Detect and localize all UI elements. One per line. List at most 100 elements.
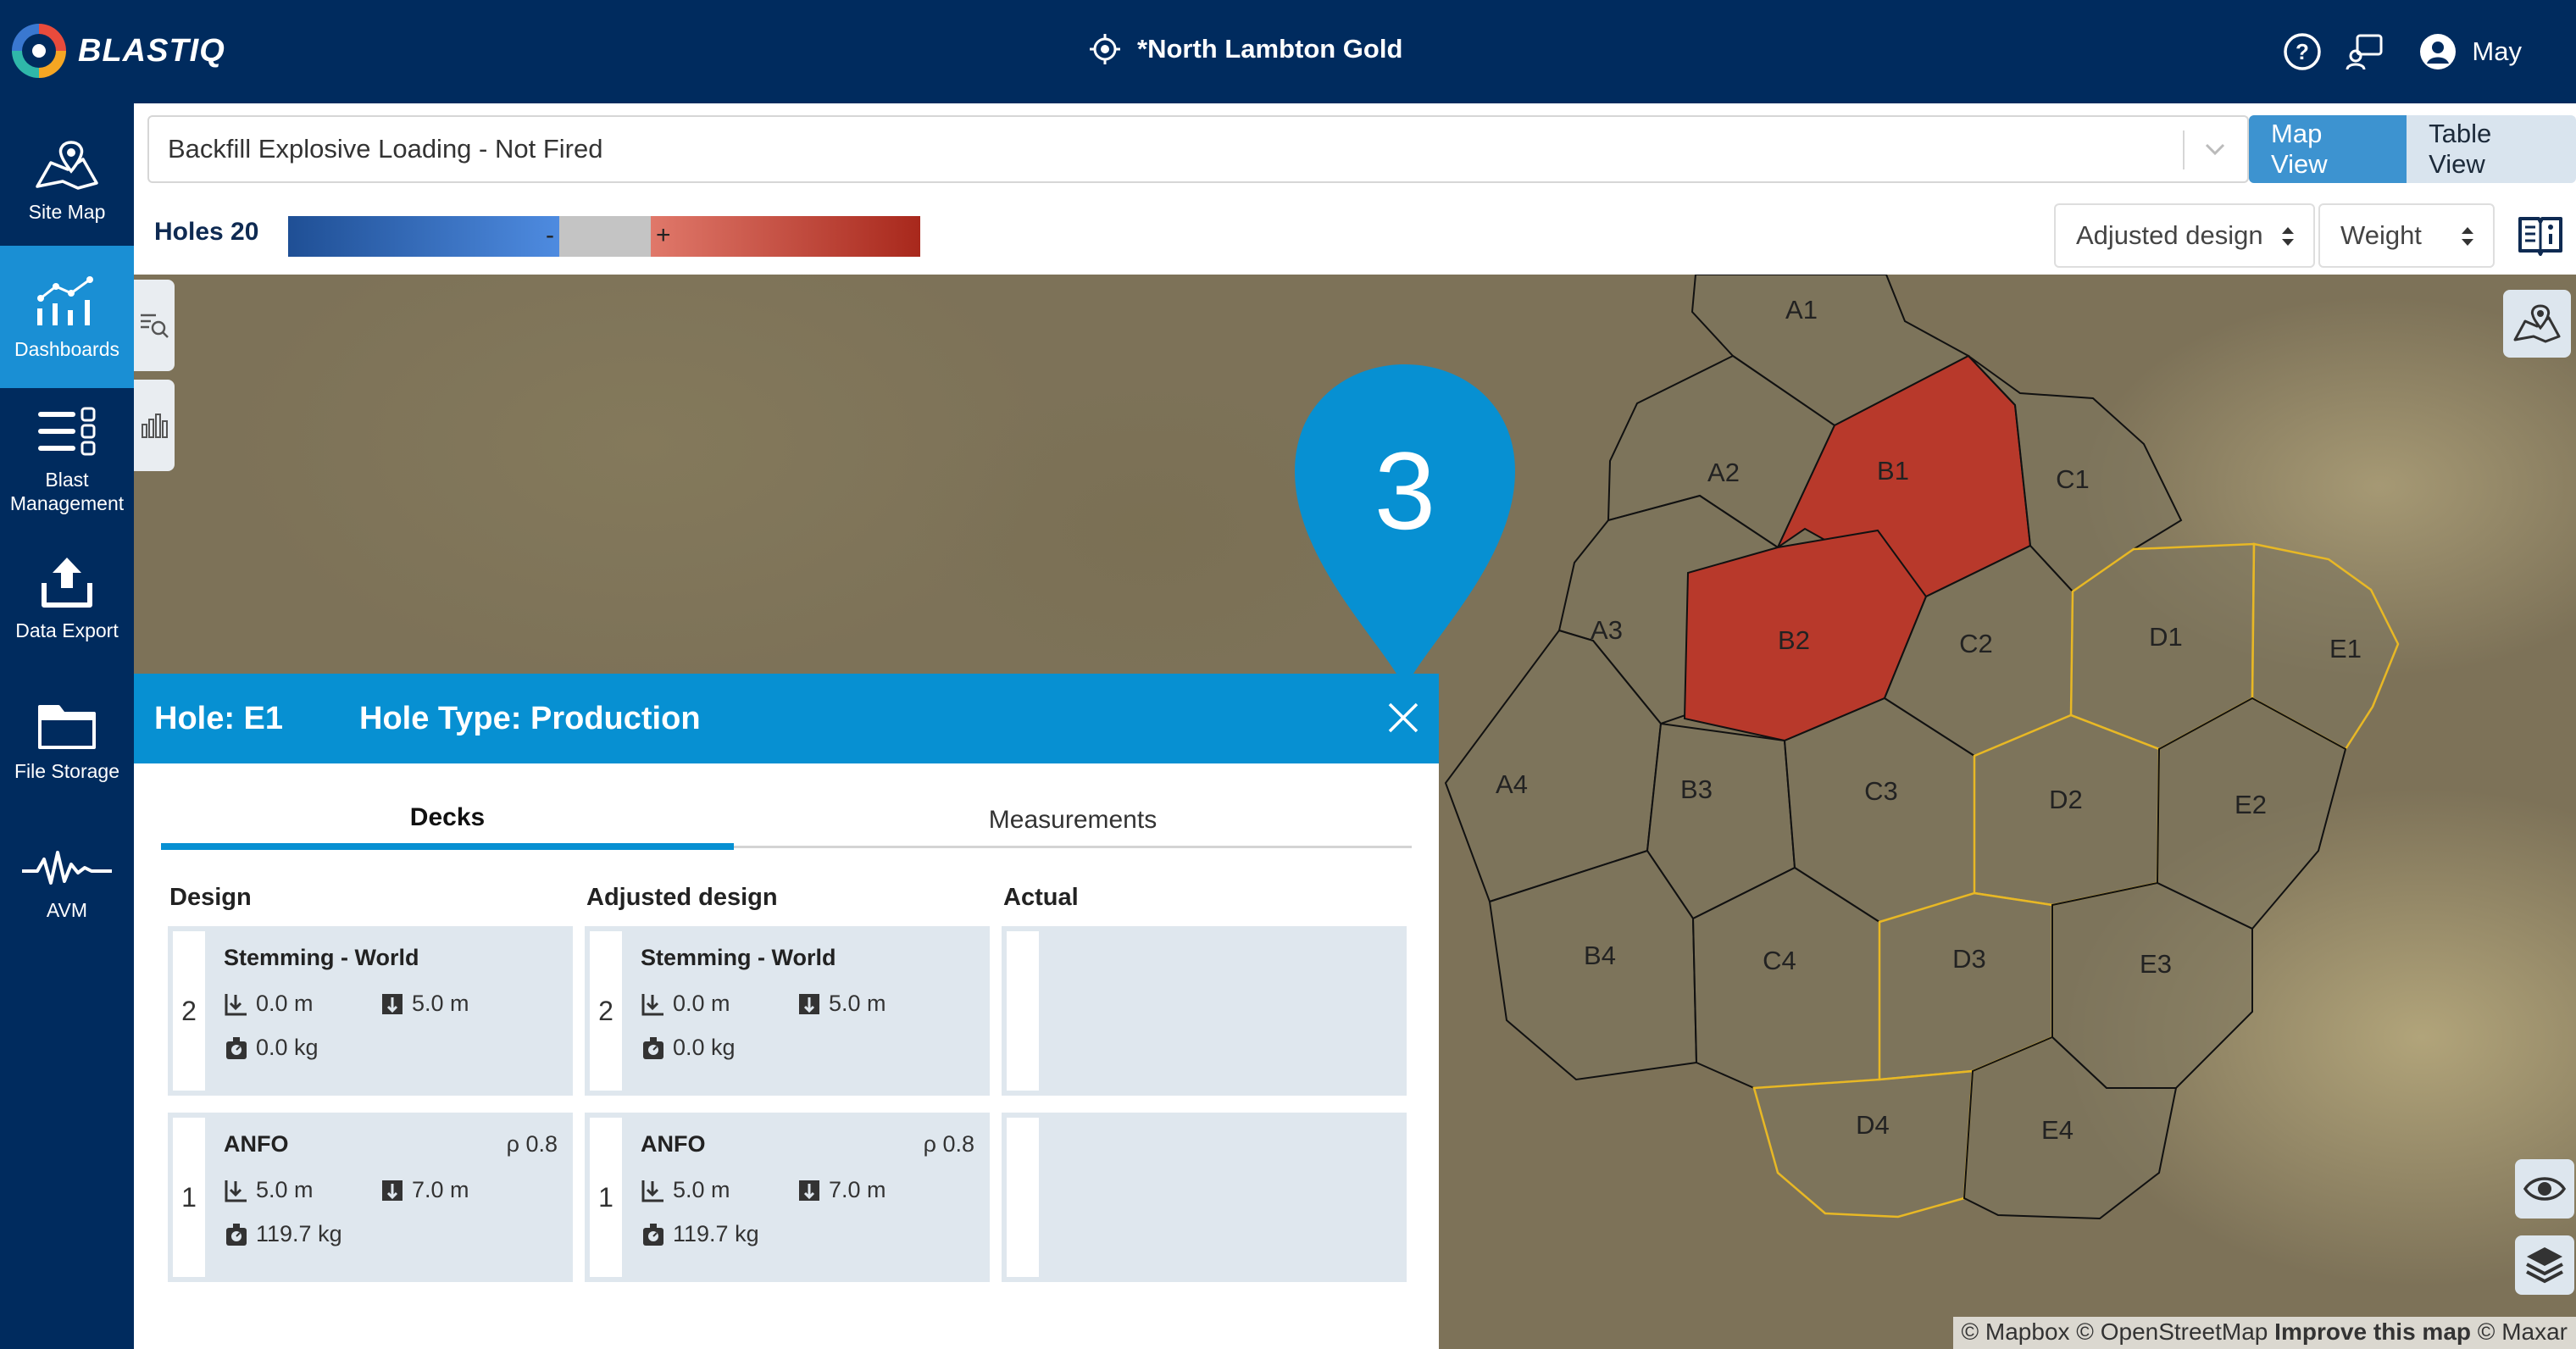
blast-select-value: Backfill Explosive Loading - Not Fired: [168, 134, 603, 164]
blast-controls: Backfill Explosive Loading - Not Fired M…: [134, 103, 2576, 275]
top-right-actions: ? May: [2277, 0, 2576, 103]
sidebar-item-file-storage[interactable]: File Storage: [0, 669, 134, 812]
deck-weight: 119.7 kg: [641, 1221, 759, 1247]
view-toggle: Map View Table View: [2249, 115, 2576, 183]
layers-button[interactable]: [2515, 1235, 2574, 1295]
deck-number: 1: [585, 1113, 627, 1282]
table-view-button[interactable]: Table View: [2407, 115, 2576, 183]
search-list-button[interactable]: [134, 280, 175, 371]
select-divider: [2183, 130, 2185, 169]
legend-minus-label: -: [546, 221, 554, 249]
popup-tabs: Decks Measurements: [161, 792, 1412, 850]
hole-label: A1: [1785, 295, 1818, 325]
hole-label: E1: [2329, 634, 2362, 663]
crosshair-icon: [1090, 34, 1120, 64]
upload-icon: [42, 558, 92, 608]
hole-label: E3: [2140, 949, 2172, 979]
svg-text:?: ?: [2296, 39, 2309, 64]
support-icon[interactable]: [2340, 26, 2390, 77]
deck-weight: 119.7 kg: [224, 1221, 342, 1247]
app-logo[interactable]: BLASTIQ: [12, 19, 225, 83]
legend-info-book-icon[interactable]: [2517, 214, 2564, 256]
hole-label: B4: [1584, 941, 1616, 970]
deck-from: 0.0 m: [641, 991, 730, 1017]
hole-label: B2: [1778, 625, 1810, 655]
column-design-header: Design: [169, 884, 252, 911]
user-menu[interactable]: May: [2419, 33, 2522, 70]
deck-to: 7.0 m: [797, 1177, 886, 1203]
site-map-layer-button[interactable]: [2503, 290, 2571, 358]
sidebar-item-data-export[interactable]: Data Export: [0, 527, 134, 669]
sidebar-item-blast-management[interactable]: Blast Management: [0, 390, 134, 532]
column-actual-header: Actual: [1003, 884, 1079, 911]
deck-product: ANFO: [224, 1131, 289, 1157]
eye-icon: [2523, 1177, 2566, 1201]
sidebar-item-site-map[interactable]: Site Map: [0, 110, 134, 253]
sidebar-item-avm[interactable]: AVM: [0, 813, 134, 956]
hole-label: A4: [1496, 769, 1528, 799]
attribution-suffix: © Maxar: [2477, 1318, 2568, 1345]
deck-product: Stemming - World: [224, 945, 419, 970]
map-side-tools: [134, 280, 175, 480]
hole-label: D1: [2149, 622, 2183, 652]
hole-label: C2: [1959, 629, 1993, 658]
waveform-icon: [22, 851, 112, 885]
hole-label: A2: [1707, 458, 1740, 487]
tab-measurements[interactable]: Measurements: [786, 792, 1359, 848]
deck-card-empty: [1002, 1113, 1407, 1282]
improve-map-link[interactable]: Improve this map: [2274, 1318, 2471, 1345]
sidebar-item-dashboards[interactable]: Dashboards: [0, 246, 134, 388]
design-select[interactable]: Adjusted design: [2054, 203, 2315, 268]
deck-product: Stemming - World: [641, 945, 836, 970]
weight-icon: [643, 1036, 663, 1059]
legend-neutral: [559, 216, 651, 257]
depth-from-icon: [225, 1180, 247, 1202]
depth-from-icon: [641, 993, 663, 1015]
visibility-button[interactable]: [2515, 1159, 2574, 1219]
sidebar-item-label: Site Map: [28, 201, 106, 223]
sidebar-item-label: Data Export: [15, 619, 119, 641]
hole-label: E2: [2235, 790, 2267, 819]
map-view-button[interactable]: Map View: [2249, 115, 2407, 183]
map-attribution: © Mapbox © OpenStreetMap Improve this ma…: [1952, 1317, 2576, 1349]
close-icon[interactable]: [1386, 701, 1420, 735]
deck-weight: 0.0 kg: [641, 1035, 736, 1061]
design-select-value: Adjusted design: [2076, 220, 2263, 250]
hole-E3[interactable]: [2051, 881, 2253, 1089]
chevron-down-icon: [2205, 143, 2225, 156]
deck-density: ρ 0.8: [506, 1131, 558, 1157]
deck-from: 0.0 m: [224, 991, 314, 1017]
deck-product: ANFO: [641, 1131, 706, 1157]
depth-from-icon: [225, 993, 247, 1015]
map-pin-icon: [2513, 304, 2561, 343]
blast-select[interactable]: Backfill Explosive Loading - Not Fired: [147, 115, 2249, 183]
sidebar-item-label: Blast Management: [9, 469, 125, 514]
metric-select[interactable]: Weight: [2318, 203, 2495, 268]
tab-decks[interactable]: Decks: [161, 792, 734, 850]
site-title: *North Lambton Gold: [1137, 34, 1403, 64]
hole-label: B1: [1877, 456, 1909, 486]
weight-icon: [226, 1036, 247, 1059]
sort-arrows-icon: [2462, 227, 2473, 246]
hole-label: B3: [1680, 774, 1713, 804]
sidebar-item-label: File Storage: [14, 760, 119, 782]
deck-to: 5.0 m: [380, 991, 469, 1017]
deck-card[interactable]: 1 ANFO ρ 0.8 5.0 m 7.0 m 119.7 kg: [168, 1113, 573, 1282]
chart-panel-button[interactable]: [134, 380, 175, 471]
depth-from-icon: [641, 1180, 663, 1202]
hole-D4[interactable]: [1752, 1069, 1974, 1219]
help-icon[interactable]: ?: [2277, 26, 2328, 77]
hole-label: D4: [1856, 1110, 1890, 1140]
depth-to-icon: [799, 993, 819, 1014]
hole-label: A3: [1591, 615, 1623, 645]
deck-weight: 0.0 kg: [224, 1035, 319, 1061]
logo-text: BLASTIQ: [78, 32, 225, 69]
site-selector[interactable]: *North Lambton Gold: [1088, 25, 1402, 73]
user-name: May: [2472, 36, 2522, 66]
legend-plus-label: +: [656, 221, 671, 249]
deck-card[interactable]: 2 Stemming - World 0.0 m 5.0 m 0.0 kg: [585, 926, 990, 1096]
holes-count: Holes 20: [154, 218, 259, 246]
deck-card[interactable]: 2 Stemming - World 0.0 m 5.0 m 0.0 kg: [168, 926, 573, 1096]
deck-card[interactable]: 1 ANFO ρ 0.8 5.0 m 7.0 m 119.7 kg: [585, 1113, 990, 1282]
deck-number-empty: [1002, 926, 1044, 1096]
